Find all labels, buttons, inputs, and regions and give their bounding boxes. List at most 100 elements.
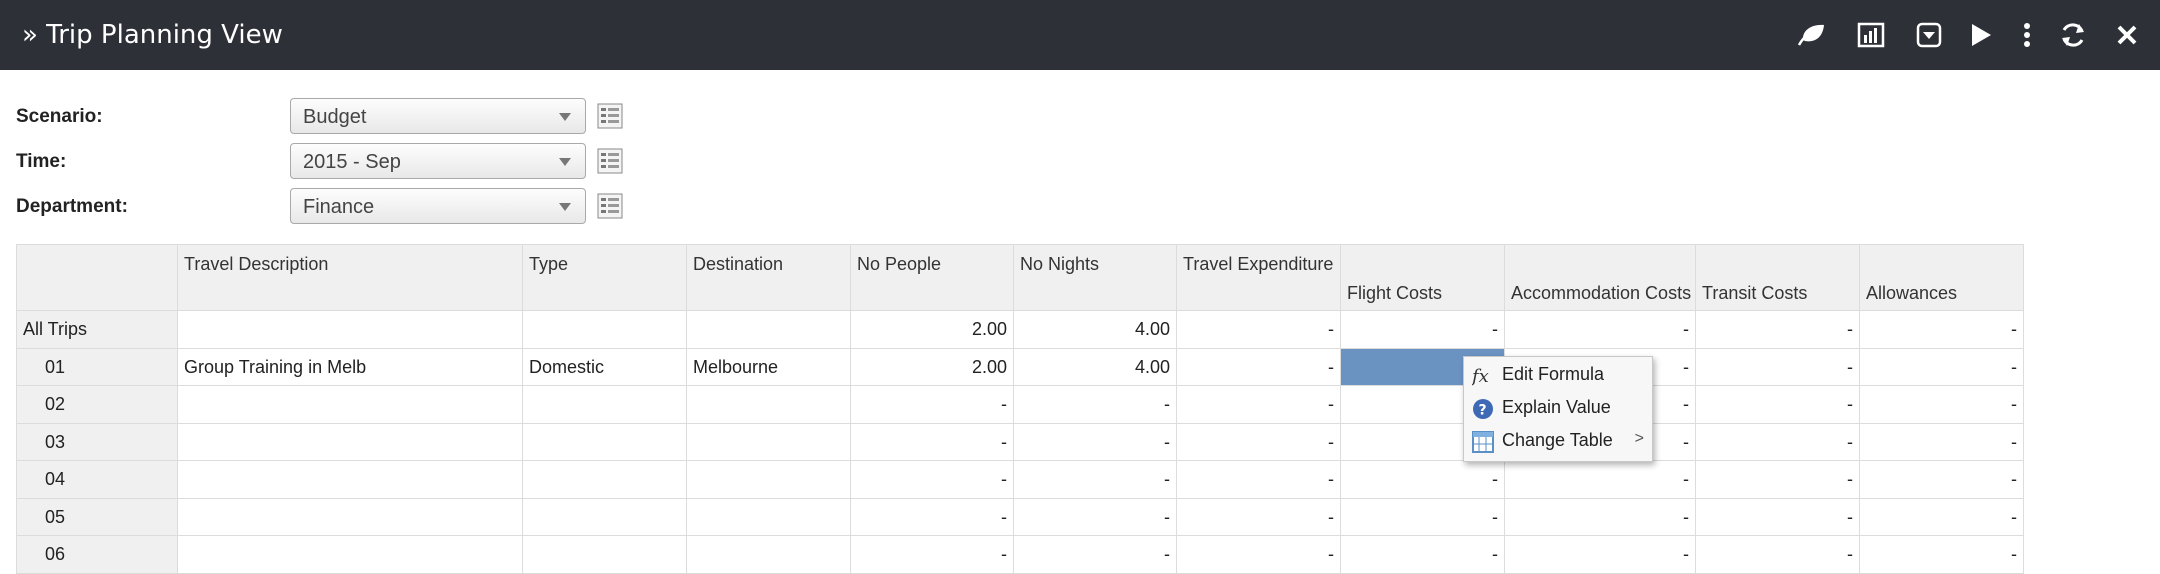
table-cell[interactable]: -	[1860, 386, 2024, 424]
table-cell[interactable]: -	[1177, 386, 1341, 424]
table-cell[interactable]	[687, 386, 851, 424]
table-cell[interactable]: -	[1341, 461, 1505, 499]
table-cell[interactable]	[687, 461, 851, 499]
table-cell[interactable]: 2.00	[851, 348, 1014, 386]
table-cell[interactable]: -	[1505, 311, 1696, 349]
table-cell[interactable]	[178, 536, 523, 574]
table-cell[interactable]: -	[1177, 423, 1341, 461]
edit-formula-label: Edit Formula	[1502, 364, 1605, 384]
table-cell[interactable]: -	[851, 461, 1014, 499]
table-cell[interactable]	[687, 311, 851, 349]
column-header[interactable]: Flight Costs	[1341, 244, 1505, 311]
table-cell[interactable]: -	[1341, 498, 1505, 536]
table-cell[interactable]	[178, 461, 523, 499]
table-cell[interactable]: -	[1014, 461, 1177, 499]
table-cell[interactable]	[687, 536, 851, 574]
edit-formula-menu-item[interactable]: fx Edit Formula	[1464, 360, 1652, 392]
table-cell[interactable]: -	[1177, 348, 1341, 386]
explain-value-menu-item[interactable]: ? Explain Value	[1464, 393, 1652, 425]
table-cell[interactable]: -	[1014, 423, 1177, 461]
play-icon[interactable]	[1963, 17, 1999, 53]
table-cell[interactable]: -	[1696, 423, 1860, 461]
column-header[interactable]: Transit Costs	[1696, 244, 1860, 311]
table-cell[interactable]: -	[1341, 311, 1505, 349]
table-cell[interactable]: -	[1014, 498, 1177, 536]
table-cell[interactable]: -	[851, 536, 1014, 574]
table-cell[interactable]: -	[1860, 498, 2024, 536]
member-picker-icon[interactable]	[597, 193, 623, 219]
member-picker-icon[interactable]	[597, 103, 623, 129]
column-header[interactable]: No People	[851, 244, 1014, 311]
close-icon[interactable]	[2109, 17, 2145, 53]
table-cell[interactable]: Melbourne	[687, 348, 851, 386]
table-cell[interactable]: -	[1696, 311, 1860, 349]
column-header[interactable]: Destination	[687, 244, 851, 311]
scenario-select[interactable]: Budget	[290, 98, 586, 134]
table-cell[interactable]: -	[1505, 461, 1696, 499]
table-cell[interactable]	[523, 536, 687, 574]
table-cell[interactable]: 2.00	[851, 311, 1014, 349]
row-header[interactable]: 06	[16, 536, 178, 574]
table-cell[interactable]	[523, 461, 687, 499]
table-cell[interactable]: -	[1177, 498, 1341, 536]
table-cell[interactable]: -	[1177, 536, 1341, 574]
table-cell[interactable]: -	[1177, 461, 1341, 499]
table-cell[interactable]: -	[1696, 386, 1860, 424]
table-cell[interactable]	[178, 423, 523, 461]
table-cell[interactable]: -	[1014, 536, 1177, 574]
row-header[interactable]: All Trips	[16, 311, 178, 349]
column-header[interactable]: Type	[523, 244, 687, 311]
department-select[interactable]: Finance	[290, 188, 586, 224]
department-value: Finance	[303, 196, 375, 218]
table-cell[interactable]: -	[1696, 536, 1860, 574]
change-table-menu-item[interactable]: Change Table >	[1464, 426, 1652, 458]
table-cell[interactable]: 4.00	[1014, 348, 1177, 386]
table-cell[interactable]	[523, 498, 687, 536]
table-cell[interactable]: -	[1696, 461, 1860, 499]
table-cell[interactable]: -	[1177, 311, 1341, 349]
column-header[interactable]: Travel Description	[178, 244, 523, 311]
column-header[interactable]: Travel Expenditure	[1177, 244, 1341, 311]
more-vertical-icon[interactable]	[2009, 17, 2045, 53]
table-cell[interactable]: -	[1860, 348, 2024, 386]
time-select[interactable]: 2015 - Sep	[290, 143, 586, 179]
row-header[interactable]: 01	[16, 348, 178, 386]
table-cell[interactable]	[178, 311, 523, 349]
chart-icon[interactable]	[1853, 17, 1889, 53]
table-cell[interactable]: 4.00	[1014, 311, 1177, 349]
table-cell[interactable]: -	[1014, 386, 1177, 424]
refresh-icon[interactable]	[2055, 17, 2091, 53]
table-cell[interactable]: -	[851, 386, 1014, 424]
table-cell[interactable]	[178, 386, 523, 424]
row-header[interactable]: 05	[16, 498, 178, 536]
table-cell[interactable]: -	[1696, 498, 1860, 536]
leaf-icon[interactable]	[1793, 17, 1829, 53]
table-cell[interactable]: -	[1696, 348, 1860, 386]
dropdown-box-icon[interactable]	[1911, 17, 1947, 53]
svg-text:?: ?	[1479, 403, 1487, 419]
table-cell[interactable]: Domestic	[523, 348, 687, 386]
table-cell[interactable]: -	[1505, 536, 1696, 574]
table-cell[interactable]: -	[1341, 536, 1505, 574]
table-cell[interactable]: -	[1505, 498, 1696, 536]
row-header[interactable]: 04	[16, 461, 178, 499]
column-header[interactable]: No Nights	[1014, 244, 1177, 311]
table-cell[interactable]: -	[851, 423, 1014, 461]
table-cell[interactable]: -	[1860, 536, 2024, 574]
member-picker-icon[interactable]	[597, 148, 623, 174]
table-cell[interactable]: -	[1860, 461, 2024, 499]
row-header[interactable]: 02	[16, 386, 178, 424]
table-cell[interactable]	[687, 423, 851, 461]
table-cell[interactable]	[687, 498, 851, 536]
column-header[interactable]: Accommodation Costs	[1505, 244, 1696, 311]
table-cell[interactable]	[523, 386, 687, 424]
row-header[interactable]: 03	[16, 423, 178, 461]
column-header[interactable]: Allowances	[1860, 244, 2024, 311]
table-cell[interactable]	[178, 498, 523, 536]
table-cell[interactable]	[523, 423, 687, 461]
table-cell[interactable]: Group Training in Melb	[178, 348, 523, 386]
table-cell[interactable]: -	[851, 498, 1014, 536]
table-cell[interactable]	[523, 311, 687, 349]
table-cell[interactable]: -	[1860, 423, 2024, 461]
table-cell[interactable]: -	[1860, 311, 2024, 349]
